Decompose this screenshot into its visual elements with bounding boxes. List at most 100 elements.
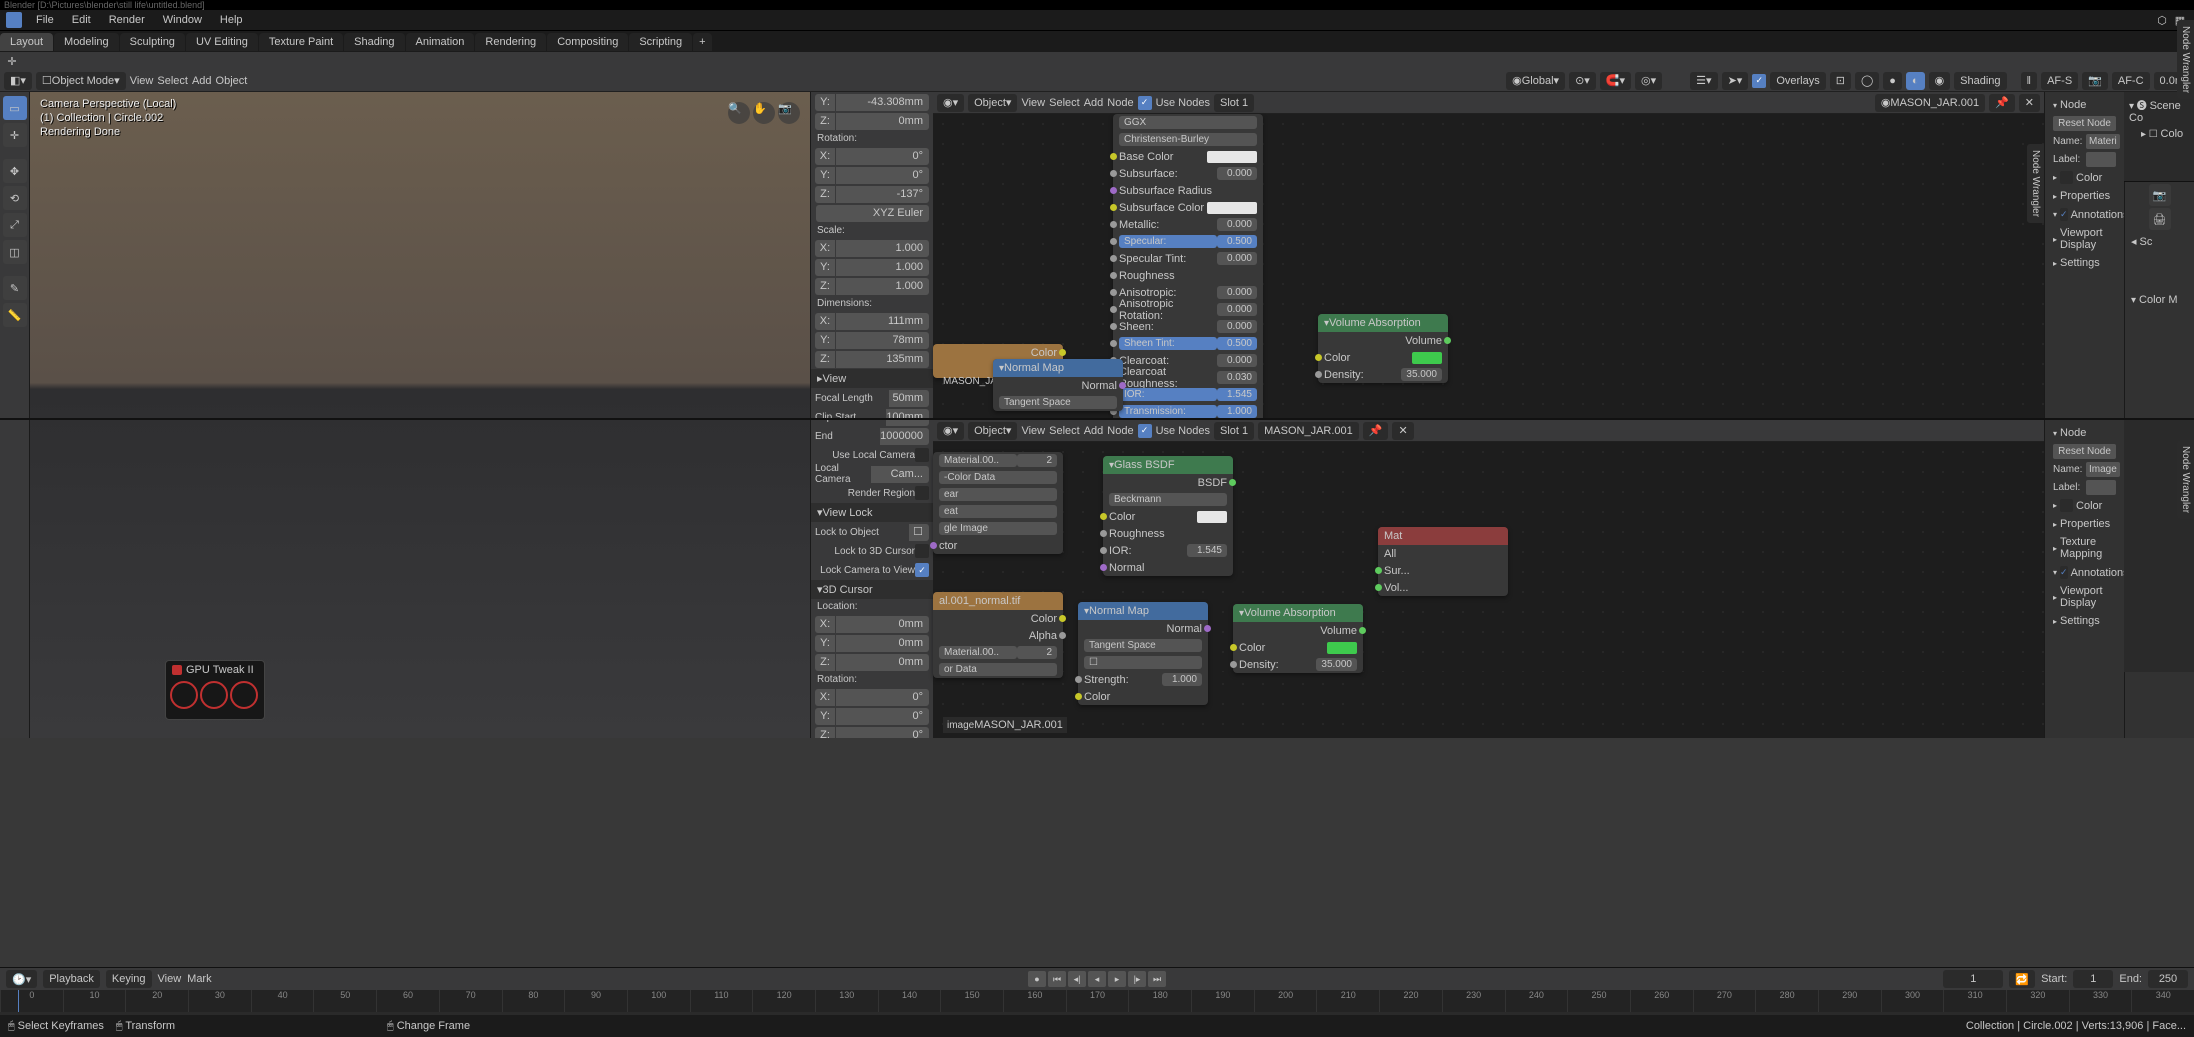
node-node-menu[interactable]: Node	[1107, 97, 1133, 109]
overlays-toggle[interactable]	[1752, 74, 1766, 88]
play-icon[interactable]: ▸	[1108, 971, 1126, 987]
label-field2[interactable]	[2086, 480, 2116, 495]
autokey-icon[interactable]: ●	[1028, 971, 1046, 987]
node-principled-bsdf[interactable]: GGX Christensen-Burley Base Color Subsur…	[1113, 114, 1263, 437]
playback-menu[interactable]: Playback	[43, 970, 100, 988]
node2-node[interactable]: Node	[1107, 425, 1133, 437]
timeline-editor-type[interactable]: 🕑▾	[6, 970, 37, 988]
overlays-menu[interactable]: Overlays	[1770, 72, 1825, 90]
tab-scripting[interactable]: Scripting	[629, 33, 692, 51]
node-normal-map-2[interactable]: ▾ Normal Map Normal Tangent Space ☐ Stre…	[1078, 602, 1208, 705]
shading-solid-icon[interactable]: ●	[1883, 72, 1902, 90]
glass-ior-value[interactable]: 1.545	[1187, 544, 1227, 557]
gizmo-button[interactable]: ➤▾	[1722, 72, 1749, 90]
prev-key-icon[interactable]: ◂|	[1068, 971, 1086, 987]
tool-rotate[interactable]: ⟲	[3, 186, 27, 210]
ior-value[interactable]: 1.545	[1217, 388, 1257, 401]
outliner[interactable]: ▾ 🅢 Scene Co ▸ ☐ Colo	[2124, 92, 2194, 182]
sheen-value[interactable]: 0.000	[1217, 320, 1257, 333]
tspace-select[interactable]: Tangent Space	[999, 396, 1117, 409]
tab-compositing[interactable]: Compositing	[547, 33, 628, 51]
slot-select2[interactable]: Slot 1	[1214, 422, 1254, 440]
settings-panel-header[interactable]: ▸Settings	[2049, 254, 2120, 272]
node-editor-type2[interactable]: ◉▾	[937, 422, 964, 440]
menu-edit[interactable]: Edit	[64, 12, 99, 28]
scale-z[interactable]: 1.000	[836, 278, 929, 295]
volabs-color-swatch[interactable]	[1412, 352, 1442, 364]
menu-file[interactable]: File	[28, 12, 62, 28]
subsurface-value[interactable]: 0.000	[1217, 167, 1257, 180]
vdisp-panel-header[interactable]: ▸Viewport Display	[2049, 224, 2120, 254]
tab-modeling[interactable]: Modeling	[54, 33, 119, 51]
scale-y[interactable]: 1.000	[836, 259, 929, 276]
node-normal-map[interactable]: ▾ Normal Map Normal Tangent Space	[993, 359, 1123, 411]
focal-value[interactable]: 50mm	[889, 390, 929, 407]
dim-x[interactable]: 111mm	[836, 313, 929, 330]
zoom-icon[interactable]: 🔍	[728, 102, 750, 124]
specular-value[interactable]: 0.500	[1217, 235, 1257, 248]
timeline-marker[interactable]: Mark	[187, 973, 211, 985]
annot-checkbox[interactable]	[2060, 208, 2068, 221]
play-rev-icon[interactable]: ◂	[1088, 971, 1106, 987]
metallic-value[interactable]: 0.000	[1217, 218, 1257, 231]
imgtex-mat-select[interactable]: Material.00..	[939, 454, 1017, 467]
cursor-tool-icon[interactable]: ✛	[4, 53, 20, 69]
node-object-mode2[interactable]: Object ▾	[968, 422, 1017, 440]
node-volume-absorption-2[interactable]: ▾ Volume Absorption Volume Color Density…	[1233, 604, 1363, 673]
node-volume-absorption[interactable]: ▾ Volume Absorption Volume Color Density…	[1318, 314, 1448, 383]
slot-select[interactable]: Slot 1	[1214, 94, 1254, 112]
proportional-button[interactable]: ◎▾	[1635, 72, 1662, 90]
loc-y-value[interactable]: -43.308mm	[836, 94, 929, 111]
settings-header2[interactable]: ▸Settings	[2049, 612, 2120, 630]
volabs2-swatch[interactable]	[1327, 642, 1357, 654]
nmap2-tspace-select[interactable]: Tangent Space	[1084, 639, 1202, 652]
node-image-texture-1[interactable]: Material.00..2 -Color Data ear eat gle I…	[933, 452, 1063, 554]
tab-sculpting[interactable]: Sculpting	[120, 33, 185, 51]
cursor-rx[interactable]: 0°	[836, 689, 929, 706]
pan-icon[interactable]: ✋	[753, 102, 775, 124]
tab-texpaint[interactable]: Texture Paint	[259, 33, 343, 51]
v3d-object-menu[interactable]: Object	[216, 75, 248, 87]
rot-x[interactable]: 0°	[836, 148, 929, 165]
density-value[interactable]: 35.000	[1401, 368, 1442, 381]
label-field[interactable]	[2086, 152, 2116, 167]
v3d-add-menu[interactable]: Add	[192, 75, 212, 87]
node-wrangler-tab2[interactable]: Node Wrangler	[2177, 20, 2194, 99]
reset-node-button2[interactable]: Reset Node	[2053, 444, 2116, 459]
spectint-value[interactable]: 0.000	[1217, 252, 1257, 265]
menu-window[interactable]: Window	[155, 12, 210, 28]
color-checkbox2[interactable]	[2060, 499, 2073, 512]
tmap-header[interactable]: ▸Texture Mapping	[2049, 533, 2120, 563]
scene-icon[interactable]: ⬡	[2154, 12, 2170, 28]
keying-menu[interactable]: Keying	[106, 970, 152, 988]
tool-measure[interactable]: 📏	[3, 303, 27, 327]
shading-menu[interactable]: Shading	[1954, 72, 2006, 90]
clearcoat-value[interactable]: 0.000	[1217, 354, 1257, 367]
playhead[interactable]	[18, 990, 19, 1012]
loc-z-value[interactable]: 0mm	[836, 113, 929, 130]
prop-output-icon[interactable]: 🖨	[2149, 208, 2171, 230]
pivot-button[interactable]: ⊙▾	[1569, 72, 1596, 90]
tool-move[interactable]: ✥	[3, 159, 27, 183]
camera-icon[interactable]: 📷	[2082, 72, 2108, 90]
props-panel-header[interactable]: ▸Properties	[2049, 187, 2120, 205]
prop-render-icon[interactable]: 📷	[2149, 184, 2171, 206]
tab-rendering[interactable]: Rendering	[475, 33, 546, 51]
node-view-menu[interactable]: View	[1021, 97, 1045, 109]
pause-icon[interactable]: ‖	[2021, 72, 2038, 90]
v3d-view-menu[interactable]: View	[130, 75, 154, 87]
clearrough-value[interactable]: 0.030	[1217, 371, 1257, 384]
jump-start-icon[interactable]: ⏮	[1048, 971, 1066, 987]
colordata-select[interactable]: -Color Data	[939, 471, 1057, 484]
menu-render[interactable]: Render	[101, 12, 153, 28]
shading-rendered-icon[interactable]: ◉	[1929, 72, 1951, 90]
prop-colorm-header[interactable]: ▾ Color M	[2125, 291, 2194, 309]
nmap2-strength[interactable]: 1.000	[1162, 673, 1202, 686]
rot-z[interactable]: -137°	[836, 186, 929, 203]
prop-scene-label[interactable]: Sc	[2140, 236, 2153, 248]
tab-shading[interactable]: Shading	[344, 33, 404, 51]
v3d-select-menu[interactable]: Select	[157, 75, 188, 87]
outliner-scene[interactable]: ▾ 🅢 Scene Co	[2127, 95, 2191, 126]
tool-scale[interactable]: ⤢	[3, 213, 27, 237]
scale-x[interactable]: 1.000	[836, 240, 929, 257]
